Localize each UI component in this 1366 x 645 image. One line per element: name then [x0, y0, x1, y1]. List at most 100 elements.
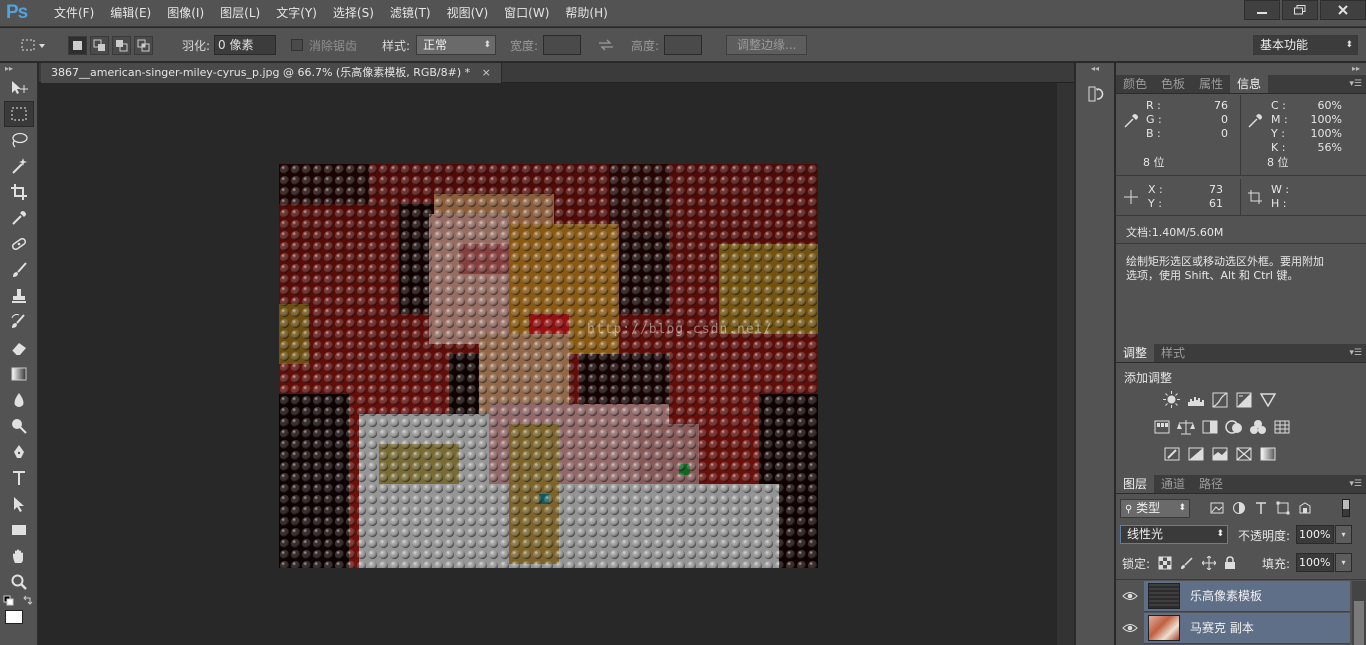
blend-mode-select[interactable]: 线性光 ⬍ — [1120, 525, 1228, 544]
swap-colors-icon[interactable] — [22, 595, 34, 607]
color-balance-icon[interactable] — [1176, 417, 1195, 436]
menu-file[interactable]: 文件(F) — [46, 0, 102, 27]
width-input[interactable] — [543, 35, 582, 55]
intersect-selection-button[interactable] — [134, 35, 153, 55]
rectangular-marquee-tool[interactable] — [4, 101, 34, 127]
healing-brush-tool[interactable] — [4, 231, 34, 257]
lego-pixel-image[interactable] — [279, 164, 818, 568]
panel-menu-icon[interactable]: ▾☰ — [1349, 344, 1362, 363]
lock-all-icon[interactable] — [1224, 556, 1236, 570]
history-panel-button[interactable] — [1088, 85, 1114, 106]
tab-channels[interactable]: 通道 — [1154, 475, 1192, 493]
panel-collapse-icon[interactable]: ▸▸ — [0, 63, 37, 75]
layers-scrollbar-thumb[interactable] — [1354, 601, 1364, 645]
tab-swatches[interactable]: 色板 — [1154, 75, 1192, 93]
fill-dropdown-arrow[interactable]: ▾ — [1335, 553, 1352, 572]
photo-filter-icon[interactable] — [1224, 417, 1243, 436]
filter-toggle-switch[interactable] — [1342, 499, 1350, 517]
vibrance-icon[interactable] — [1258, 390, 1277, 409]
path-selection-tool[interactable] — [4, 491, 34, 517]
blur-tool[interactable] — [4, 387, 34, 413]
selective-color-icon[interactable] — [1234, 444, 1253, 463]
tab-info[interactable]: 信息 — [1230, 75, 1269, 93]
pixel-layer-filter-icon[interactable] — [1210, 501, 1224, 515]
channel-mixer-icon[interactable] — [1248, 417, 1267, 436]
threshold-icon[interactable] — [1210, 444, 1229, 463]
swap-dimensions-button[interactable] — [598, 28, 614, 62]
lasso-tool[interactable] — [4, 127, 34, 153]
feather-input[interactable]: 0 像素 — [214, 35, 277, 55]
tab-color[interactable]: 颜色 — [1116, 75, 1154, 93]
tab-layers[interactable]: 图层 — [1116, 475, 1155, 493]
default-colors-icon[interactable] — [3, 595, 15, 607]
style-select[interactable]: 正常 ⬍ — [416, 35, 497, 55]
tab-styles[interactable]: 样式 — [1154, 344, 1192, 362]
brush-tool[interactable] — [4, 257, 34, 283]
pen-tool[interactable] — [4, 439, 34, 465]
visibility-eye-icon[interactable] — [1122, 589, 1138, 603]
hand-tool[interactable] — [4, 543, 34, 569]
panel-menu-icon[interactable]: ▾☰ — [1349, 75, 1362, 94]
document-tab[interactable]: 3867__american-singer-miley-cyrus_p.jpg … — [41, 63, 502, 83]
subtract-selection-button[interactable] — [112, 35, 131, 55]
crop-tool[interactable] — [4, 179, 34, 205]
history-brush-tool[interactable] — [4, 309, 34, 335]
fill-input[interactable]: 100% — [1296, 553, 1334, 572]
adjustment-layer-filter-icon[interactable] — [1232, 501, 1246, 515]
dock-collapse-icon[interactable]: ▸▸ — [1116, 63, 1366, 75]
color-lookup-icon[interactable] — [1272, 417, 1291, 436]
menu-view[interactable]: 视图(V) — [439, 0, 497, 27]
menu-window[interactable]: 窗口(W) — [496, 0, 557, 27]
type-layer-filter-icon[interactable] — [1254, 501, 1268, 515]
opacity-dropdown-arrow[interactable]: ▾ — [1335, 525, 1352, 544]
menu-filter[interactable]: 滤镜(T) — [382, 0, 439, 27]
tab-properties[interactable]: 属性 — [1192, 75, 1230, 93]
black-white-icon[interactable] — [1200, 417, 1219, 436]
layers-scrollbar[interactable] — [1352, 581, 1366, 645]
invert-icon[interactable] — [1162, 444, 1181, 463]
posterize-icon[interactable] — [1186, 444, 1205, 463]
menu-select[interactable]: 选择(S) — [325, 0, 382, 27]
workspace-select[interactable]: 基本功能 ⬍ — [1253, 35, 1358, 55]
collapse-arrows-icon[interactable]: ◂◂ — [1076, 63, 1114, 75]
brightness-contrast-icon[interactable] — [1162, 390, 1181, 409]
new-selection-button[interactable] — [68, 35, 87, 55]
dodge-tool[interactable] — [4, 413, 34, 439]
gradient-tool[interactable] — [4, 361, 34, 387]
shape-layer-filter-icon[interactable] — [1276, 501, 1290, 515]
tab-paths[interactable]: 路径 — [1192, 475, 1230, 493]
exposure-icon[interactable] — [1234, 390, 1253, 409]
refine-edge-button[interactable]: 调整边缘... — [726, 35, 808, 55]
tab-adjustments[interactable]: 调整 — [1116, 344, 1155, 362]
lock-transparent-pixels-icon[interactable] — [1158, 556, 1172, 570]
menu-layer[interactable]: 图层(L) — [212, 0, 268, 27]
gradient-map-icon[interactable] — [1258, 444, 1277, 463]
panel-menu-icon[interactable]: ▾☰ — [1349, 475, 1362, 494]
lock-image-pixels-icon[interactable] — [1180, 556, 1194, 570]
menu-edit[interactable]: 编辑(E) — [102, 0, 159, 27]
move-tool[interactable] — [4, 75, 34, 101]
layer-row[interactable]: 马赛克 副本 — [1116, 613, 1350, 644]
layer-row[interactable]: 乐高像素模板 — [1116, 581, 1350, 612]
menu-help[interactable]: 帮助(H) — [557, 0, 615, 27]
clone-stamp-tool[interactable] — [4, 283, 34, 309]
levels-icon[interactable] — [1186, 390, 1205, 409]
opacity-input[interactable]: 100% — [1296, 525, 1334, 544]
antialias-checkbox[interactable] — [291, 39, 303, 51]
restore-button[interactable] — [1282, 0, 1318, 20]
eraser-tool[interactable] — [4, 335, 34, 361]
close-tab-icon[interactable]: × — [482, 66, 491, 79]
minimize-button[interactable] — [1244, 0, 1280, 20]
type-tool[interactable] — [4, 465, 34, 491]
background-color-swatch[interactable] — [5, 610, 23, 624]
lock-position-icon[interactable] — [1202, 556, 1216, 570]
rectangle-tool[interactable] — [4, 517, 34, 543]
add-selection-button[interactable] — [90, 35, 109, 55]
eyedropper-tool[interactable] — [4, 205, 34, 231]
layer-filter-select[interactable]: ⚲ 类型 ⬍ — [1120, 499, 1190, 518]
curves-icon[interactable] — [1210, 390, 1229, 409]
vertical-scrollbar[interactable] — [1057, 83, 1074, 645]
zoom-tool[interactable] — [4, 569, 34, 595]
menu-image[interactable]: 图像(I) — [159, 0, 212, 27]
visibility-eye-icon[interactable] — [1122, 621, 1138, 635]
